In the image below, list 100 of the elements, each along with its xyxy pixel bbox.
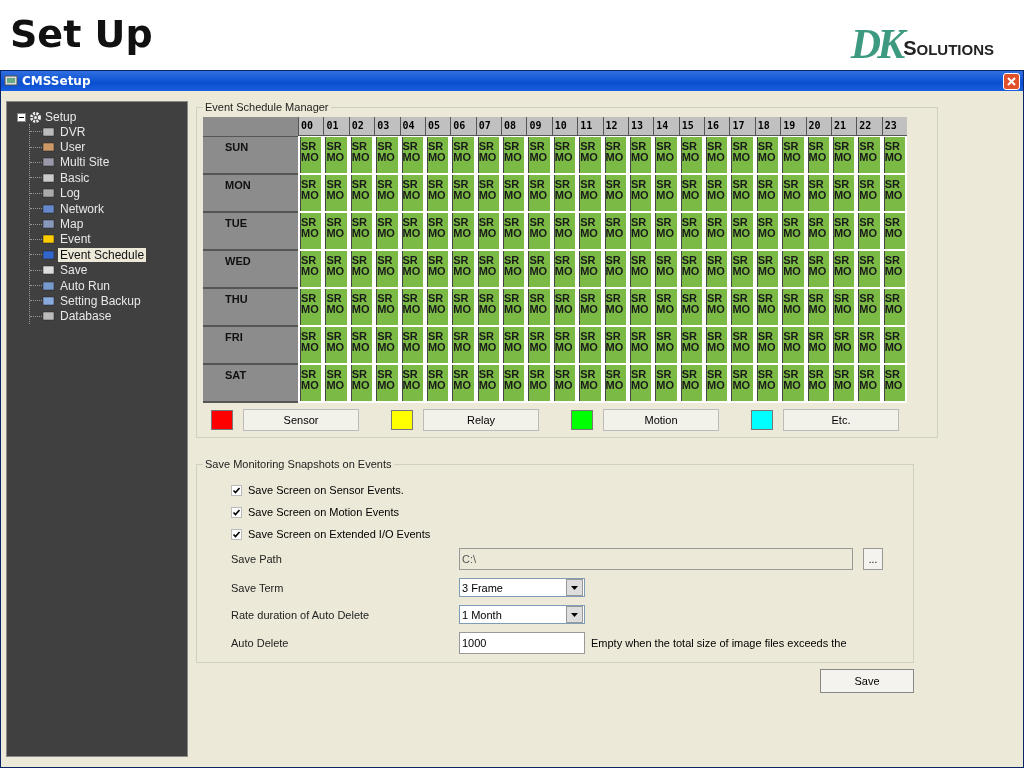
schedule-cell[interactable]: SR MO xyxy=(579,327,601,363)
schedule-cell[interactable]: SR MO xyxy=(477,137,499,173)
schedule-cell[interactable]: SR MO xyxy=(376,289,398,325)
schedule-cell[interactable]: SR MO xyxy=(782,175,804,211)
schedule-cell[interactable]: SR MO xyxy=(655,175,677,211)
schedule-cell[interactable]: SR MO xyxy=(629,289,652,325)
schedule-cell[interactable]: SR MO xyxy=(325,365,347,401)
schedule-cell[interactable]: SR MO xyxy=(401,327,423,363)
schedule-cell[interactable]: SR MO xyxy=(553,289,576,325)
schedule-cell[interactable]: SR MO xyxy=(706,137,728,173)
schedule-cell[interactable]: SR MO xyxy=(629,213,652,249)
save-button[interactable]: Save xyxy=(820,669,914,693)
tree-item[interactable]: Save xyxy=(58,263,90,278)
schedule-cell[interactable]: SR MO xyxy=(604,175,626,211)
schedule-cell[interactable]: SR MO xyxy=(782,137,804,173)
schedule-cell[interactable]: SR MO xyxy=(782,251,804,287)
schedule-cell[interactable]: SR MO xyxy=(731,251,753,287)
schedule-cell[interactable]: SR MO xyxy=(452,175,474,211)
schedule-cell[interactable]: SR MO xyxy=(858,251,880,287)
schedule-cell[interactable]: SR MO xyxy=(807,175,829,211)
schedule-cell[interactable]: SR MO xyxy=(680,213,702,249)
schedule-cell[interactable]: SR MO xyxy=(655,137,677,173)
schedule-cell[interactable]: SR MO xyxy=(553,213,576,249)
tree-item[interactable]: Setting Backup xyxy=(58,294,143,308)
schedule-cell[interactable]: SR MO xyxy=(401,137,423,173)
schedule-cell[interactable]: SR MO xyxy=(706,289,728,325)
schedule-cell[interactable]: SR MO xyxy=(350,251,373,287)
schedule-cell[interactable]: SR MO xyxy=(452,137,474,173)
tree-item[interactable]: Log xyxy=(58,186,83,201)
schedule-cell[interactable]: SR MO xyxy=(553,365,576,401)
schedule-cell[interactable]: SR MO xyxy=(706,175,728,211)
schedule-cell[interactable]: SR MO xyxy=(350,175,373,211)
tree-item[interactable]: Auto Run xyxy=(58,278,113,293)
schedule-cell[interactable]: SR MO xyxy=(858,137,880,173)
schedule-cell[interactable]: SR MO xyxy=(553,137,576,173)
schedule-cell[interactable]: SR MO xyxy=(325,213,347,249)
schedule-cell[interactable]: SR MO xyxy=(503,289,525,325)
schedule-cell[interactable]: SR MO xyxy=(807,365,829,401)
schedule-cell[interactable]: SR MO xyxy=(680,137,702,173)
schedule-cell[interactable]: SR MO xyxy=(426,251,449,287)
schedule-cell[interactable]: SR MO xyxy=(883,175,905,211)
schedule-cell[interactable]: SR MO xyxy=(883,327,905,363)
schedule-cell[interactable]: SR MO xyxy=(401,289,423,325)
schedule-cell[interactable]: SR MO xyxy=(477,289,499,325)
schedule-cell[interactable]: SR MO xyxy=(528,289,550,325)
schedule-cell[interactable]: SR MO xyxy=(579,289,601,325)
schedule-cell[interactable]: SR MO xyxy=(706,365,728,401)
input-field[interactable]: 1000 xyxy=(459,632,585,654)
schedule-cell[interactable]: SR MO xyxy=(807,137,829,173)
schedule-cell[interactable]: SR MO xyxy=(325,251,347,287)
schedule-cell[interactable]: SR MO xyxy=(807,251,829,287)
schedule-cell[interactable]: SR MO xyxy=(858,213,880,249)
schedule-cell[interactable]: SR MO xyxy=(629,175,652,211)
schedule-cell[interactable]: SR MO xyxy=(807,213,829,249)
schedule-cell[interactable]: SR MO xyxy=(604,213,626,249)
schedule-cell[interactable]: SR MO xyxy=(706,213,728,249)
schedule-cell[interactable]: SR MO xyxy=(503,327,525,363)
schedule-cell[interactable]: SR MO xyxy=(756,251,779,287)
schedule-cell[interactable]: SR MO xyxy=(782,327,804,363)
schedule-cell[interactable]: SR MO xyxy=(300,175,322,211)
schedule-cell[interactable]: SR MO xyxy=(503,137,525,173)
schedule-cell[interactable]: SR MO xyxy=(477,365,499,401)
schedule-cell[interactable]: SR MO xyxy=(858,289,880,325)
schedule-cell[interactable]: SR MO xyxy=(604,327,626,363)
schedule-cell[interactable]: SR MO xyxy=(477,175,499,211)
schedule-cell[interactable]: SR MO xyxy=(858,175,880,211)
schedule-cell[interactable]: SR MO xyxy=(528,365,550,401)
schedule-cell[interactable]: SR MO xyxy=(756,289,779,325)
schedule-cell[interactable]: SR MO xyxy=(300,251,322,287)
schedule-cell[interactable]: SR MO xyxy=(376,213,398,249)
schedule-cell[interactable]: SR MO xyxy=(756,365,779,401)
path-field[interactable]: C:\ xyxy=(459,548,853,570)
dropdown[interactable]: 3 Frame xyxy=(459,578,585,597)
schedule-cell[interactable]: SR MO xyxy=(350,137,373,173)
tree-root-label[interactable]: Setup xyxy=(45,110,77,124)
schedule-cell[interactable]: SR MO xyxy=(731,289,753,325)
schedule-cell[interactable]: SR MO xyxy=(756,327,779,363)
schedule-cell[interactable]: SR MO xyxy=(503,213,525,249)
schedule-cell[interactable]: SR MO xyxy=(883,289,905,325)
schedule-cell[interactable]: SR MO xyxy=(401,213,423,249)
schedule-cell[interactable]: SR MO xyxy=(325,327,347,363)
schedule-cell[interactable]: SR MO xyxy=(629,137,652,173)
schedule-cell[interactable]: SR MO xyxy=(426,365,449,401)
collapse-icon[interactable] xyxy=(17,112,26,122)
schedule-cell[interactable]: SR MO xyxy=(756,137,779,173)
schedule-cell[interactable]: SR MO xyxy=(579,251,601,287)
schedule-cell[interactable]: SR MO xyxy=(883,251,905,287)
schedule-cell[interactable]: SR MO xyxy=(655,365,677,401)
schedule-cell[interactable]: SR MO xyxy=(680,365,702,401)
schedule-cell[interactable]: SR MO xyxy=(579,213,601,249)
schedule-cell[interactable]: SR MO xyxy=(883,137,905,173)
schedule-cell[interactable]: SR MO xyxy=(706,251,728,287)
schedule-cell[interactable]: SR MO xyxy=(782,365,804,401)
schedule-cell[interactable]: SR MO xyxy=(300,365,322,401)
schedule-cell[interactable]: SR MO xyxy=(503,365,525,401)
schedule-cell[interactable]: SR MO xyxy=(604,137,626,173)
schedule-cell[interactable]: SR MO xyxy=(832,289,855,325)
schedule-cell[interactable]: SR MO xyxy=(680,175,702,211)
schedule-cell[interactable]: SR MO xyxy=(376,137,398,173)
schedule-cell[interactable]: SR MO xyxy=(807,327,829,363)
